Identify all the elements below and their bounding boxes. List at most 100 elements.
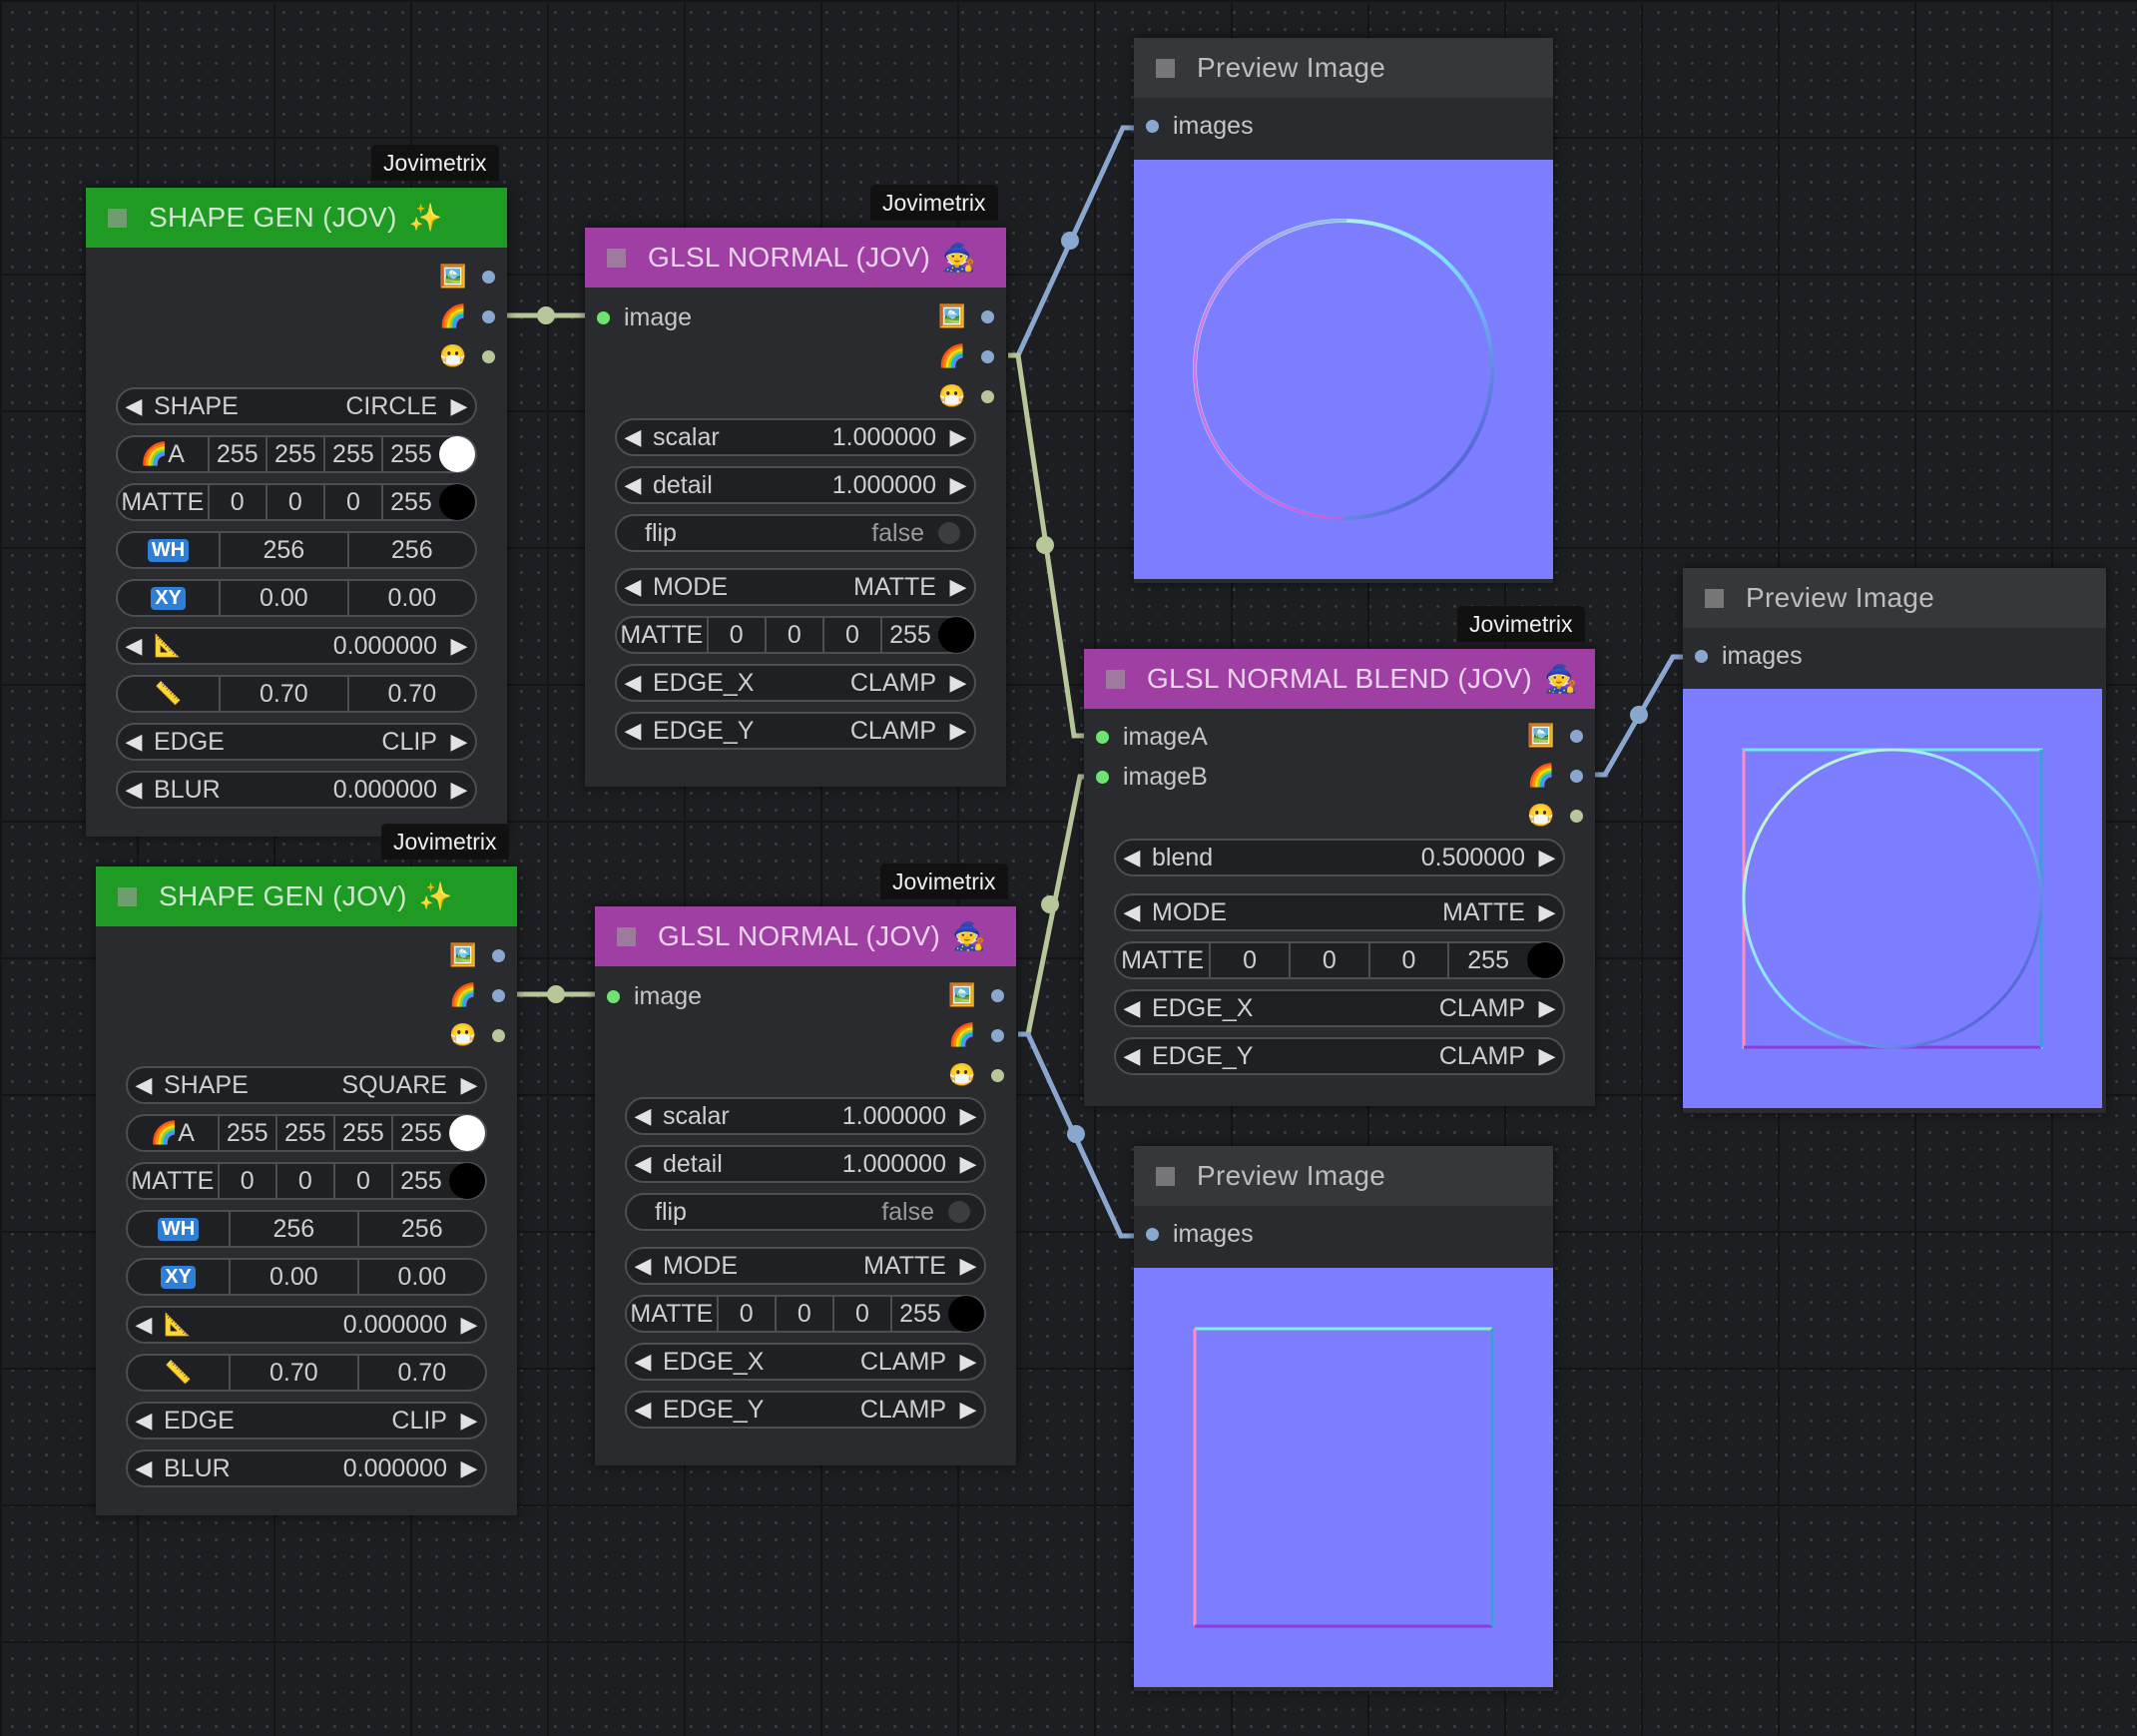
increment-arrow[interactable]: ▶	[952, 1103, 984, 1129]
r-value[interactable]: 0	[217, 1164, 275, 1198]
increment-arrow[interactable]: ▶	[942, 424, 974, 450]
x-value[interactable]: 0.00	[229, 1260, 356, 1294]
a-value[interactable]: 255	[889, 1297, 948, 1331]
decrement-arrow[interactable]: ◀	[627, 1397, 659, 1423]
edge-x-combo[interactable]: ◀ EDGE_X CLAMP ▶	[1114, 989, 1565, 1027]
size-x-value[interactable]: 0.70	[229, 1356, 356, 1390]
output-image-slot[interactable]: 🖼️	[947, 982, 1004, 1008]
collapse-toggle[interactable]	[108, 208, 127, 228]
output-dot[interactable]	[1570, 769, 1583, 783]
edge-x-combo[interactable]: ◀ EDGE_X CLAMP ▶	[615, 664, 976, 702]
r-value[interactable]: 255	[217, 1116, 275, 1150]
increment-arrow[interactable]: ▶	[942, 574, 974, 600]
blur-slider[interactable]: ◀ BLUR 0.000000 ▶	[126, 1449, 487, 1487]
mode-combo[interactable]: ◀ MODE MATTE ▶	[615, 568, 976, 606]
detail-slider[interactable]: ◀ detail 1.000000 ▶	[615, 466, 976, 504]
output-mask-slot[interactable]: 😷	[448, 1022, 505, 1048]
color-swatch[interactable]	[1527, 942, 1563, 978]
g-value[interactable]: 0	[274, 1164, 333, 1198]
color-swatch[interactable]	[449, 1115, 485, 1151]
color-swatch[interactable]	[439, 484, 475, 520]
shape-combo[interactable]: ◀ SHAPE SQUARE ▶	[126, 1066, 487, 1104]
toggle-indicator[interactable]	[938, 522, 960, 544]
increment-arrow[interactable]: ▶	[443, 777, 475, 803]
collapse-toggle[interactable]	[617, 926, 636, 946]
output-rgb-slot[interactable]: 🌈	[448, 982, 505, 1008]
height-value[interactable]: 256	[346, 533, 475, 567]
input-dot[interactable]	[597, 311, 610, 324]
node-header[interactable]: GLSL NORMAL (JOV) 🧙	[595, 906, 1016, 966]
size-x-value[interactable]: 0.70	[219, 677, 346, 711]
collapse-toggle[interactable]	[607, 248, 626, 268]
output-mask-slot[interactable]: 😷	[947, 1062, 1004, 1088]
input-images-slot[interactable]: images	[1695, 642, 1803, 671]
b-value[interactable]: 255	[332, 1116, 391, 1150]
output-mask-slot[interactable]: 😷	[1526, 803, 1583, 829]
node-header[interactable]: SHAPE GEN (JOV) ✨	[86, 188, 507, 248]
output-dot[interactable]	[991, 1068, 1004, 1082]
increment-arrow[interactable]: ▶	[1531, 899, 1563, 925]
output-dot[interactable]	[482, 349, 495, 363]
r-value[interactable]: 255	[207, 437, 266, 471]
decrement-arrow[interactable]: ◀	[118, 633, 150, 659]
glsl-normal-blend-node[interactable]: GLSL NORMAL BLEND (JOV) 🧙 imageA imageB …	[1084, 649, 1595, 1106]
decrement-arrow[interactable]: ◀	[627, 1253, 659, 1279]
node-header[interactable]: GLSL NORMAL (JOV) 🧙	[585, 228, 1006, 288]
xy-widget[interactable]: XY 0.00 0.00	[126, 1258, 487, 1296]
mode-combo[interactable]: ◀ MODE MATTE ▶	[1114, 893, 1565, 931]
increment-arrow[interactable]: ▶	[942, 472, 974, 498]
increment-arrow[interactable]: ▶	[952, 1253, 984, 1279]
increment-arrow[interactable]: ▶	[443, 633, 475, 659]
output-image-slot[interactable]: 🖼️	[937, 303, 994, 329]
increment-arrow[interactable]: ▶	[453, 1072, 485, 1098]
input-image-slot[interactable]: image	[607, 982, 702, 1011]
increment-arrow[interactable]: ▶	[443, 729, 475, 755]
input-dot[interactable]	[1695, 650, 1708, 663]
node-header[interactable]: Preview Image	[1683, 568, 2106, 628]
r-value[interactable]: 0	[207, 485, 266, 519]
b-value[interactable]: 0	[821, 618, 880, 652]
output-dot[interactable]	[1570, 809, 1583, 823]
increment-arrow[interactable]: ▶	[952, 1151, 984, 1177]
output-dot[interactable]	[991, 988, 1004, 1002]
increment-arrow[interactable]: ▶	[1531, 995, 1563, 1021]
decrement-arrow[interactable]: ◀	[617, 472, 649, 498]
edge-y-combo[interactable]: ◀ EDGE_Y CLAMP ▶	[1114, 1037, 1565, 1075]
input-dot[interactable]	[1146, 1228, 1159, 1241]
matte-color-widget[interactable]: MATTE 0 0 0 255	[116, 483, 477, 521]
matte-color-widget[interactable]: MATTE 0 0 0 255	[615, 616, 976, 654]
g-value[interactable]: 0	[1288, 943, 1368, 977]
matte-color-widget[interactable]: MATTE 0 0 0 255	[625, 1295, 986, 1333]
wh-widget[interactable]: WH 256 256	[116, 531, 477, 569]
b-value[interactable]: 255	[322, 437, 381, 471]
r-value[interactable]: 0	[1209, 943, 1289, 977]
increment-arrow[interactable]: ▶	[453, 1455, 485, 1481]
decrement-arrow[interactable]: ◀	[617, 574, 649, 600]
shape-gen-node-1[interactable]: SHAPE GEN (JOV) ✨ 🖼️ 🌈 😷 ◀ SHAPE CIRCLE …	[86, 188, 507, 837]
preview-image-node-3[interactable]: Preview Image images	[1134, 1146, 1553, 1691]
angle-slider[interactable]: ◀ 📐 0.000000 ▶	[116, 627, 477, 665]
output-mask-slot[interactable]: 😷	[438, 343, 495, 369]
node-header[interactable]: Preview Image	[1134, 38, 1553, 98]
g-value[interactable]: 255	[265, 437, 323, 471]
y-value[interactable]: 0.00	[346, 581, 475, 615]
output-rgb-slot[interactable]: 🌈	[937, 343, 994, 369]
decrement-arrow[interactable]: ◀	[627, 1151, 659, 1177]
wh-widget[interactable]: WH 256 256	[126, 1210, 487, 1248]
output-dot[interactable]	[492, 1028, 505, 1042]
width-value[interactable]: 256	[229, 1212, 356, 1246]
b-value[interactable]: 0	[322, 485, 381, 519]
node-header[interactable]: GLSL NORMAL BLEND (JOV) 🧙	[1084, 649, 1595, 709]
increment-arrow[interactable]: ▶	[1531, 845, 1563, 870]
input-dot[interactable]	[1096, 771, 1109, 784]
decrement-arrow[interactable]: ◀	[617, 718, 649, 744]
r-value[interactable]: 0	[716, 1297, 775, 1331]
edge-x-combo[interactable]: ◀ EDGE_X CLAMP ▶	[625, 1343, 986, 1381]
output-image-slot[interactable]: 🖼️	[448, 942, 505, 968]
input-dot[interactable]	[1096, 731, 1109, 744]
decrement-arrow[interactable]: ◀	[617, 424, 649, 450]
width-value[interactable]: 256	[219, 533, 346, 567]
b-value[interactable]: 0	[332, 1164, 391, 1198]
a-value[interactable]: 255	[390, 1116, 449, 1150]
angle-slider[interactable]: ◀ 📐 0.000000 ▶	[126, 1306, 487, 1344]
